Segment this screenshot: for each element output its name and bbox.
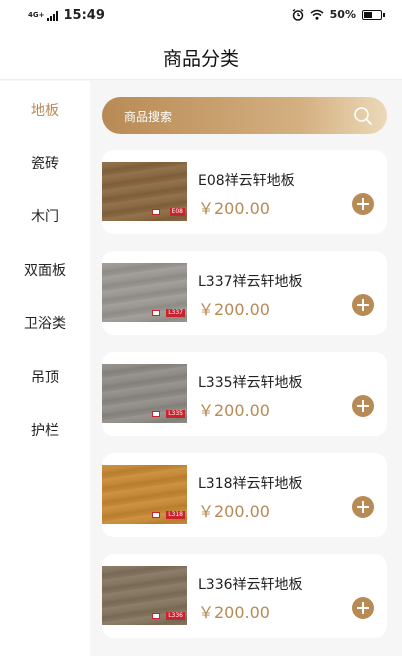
add-to-cart-button[interactable] — [352, 496, 374, 518]
product-price: ￥200.00 — [198, 401, 270, 420]
battery-icon — [362, 9, 385, 20]
status-time: 15:49 — [63, 8, 105, 23]
product-name: E08祥云轩地板 — [198, 173, 295, 189]
status-right: 50% — [292, 8, 385, 21]
product-code: E08 — [169, 208, 185, 216]
product-image: L337 — [102, 251, 187, 335]
product-name: L318祥云轩地板 — [198, 476, 303, 492]
product-code: L335 — [166, 410, 185, 418]
alarm-icon — [292, 8, 304, 21]
product-code: L336 — [166, 612, 185, 620]
product-card[interactable]: L335 L335祥云轩地板 ￥200.00 — [102, 352, 387, 436]
product-code: L318 — [166, 511, 185, 519]
status-left: 4G+ 15:49 — [28, 8, 105, 23]
sidebar-item-tile[interactable]: 瓷砖 — [0, 153, 90, 175]
product-card[interactable]: L318 L318祥云轩地板 ￥200.00 — [102, 453, 387, 537]
sidebar-item-floor[interactable]: 地板 — [0, 100, 90, 122]
brand-logo-icon — [152, 209, 160, 215]
product-card[interactable]: L337 L337祥云轩地板 ￥200.00 — [102, 251, 387, 335]
add-to-cart-button[interactable] — [352, 294, 374, 316]
battery-percent: 50% — [329, 8, 356, 21]
status-bar: 4G+ 15:49 50% — [0, 0, 402, 32]
product-card[interactable]: E08 E08祥云轩地板 ￥200.00 — [102, 150, 387, 234]
brand-logo-icon — [152, 310, 160, 316]
category-sidebar: 地板 瓷砖 木门 双面板 卫浴类 吊顶 护栏 — [0, 81, 90, 656]
add-to-cart-button[interactable] — [352, 395, 374, 417]
product-price: ￥200.00 — [198, 603, 270, 622]
product-name: L337祥云轩地板 — [198, 274, 303, 290]
network-type: 4G+ — [28, 11, 45, 19]
signal-icon — [47, 10, 59, 21]
product-image: E08 — [102, 150, 187, 234]
battery-level — [364, 11, 372, 18]
sidebar-item-panel[interactable]: 双面板 — [0, 260, 90, 282]
add-to-cart-button[interactable] — [352, 193, 374, 215]
product-card[interactable]: L336 L336祥云轩地板 ￥200.00 — [102, 554, 387, 638]
product-code: L337 — [166, 309, 185, 317]
page-title: 商品分类 — [162, 48, 239, 70]
sidebar-item-ceiling[interactable]: 吊顶 — [0, 367, 90, 389]
product-price: ￥200.00 — [198, 502, 270, 521]
sidebar-item-railing[interactable]: 护栏 — [0, 420, 90, 442]
search-bar[interactable]: 商品搜索 — [102, 97, 387, 134]
product-image: L336 — [102, 554, 187, 638]
brand-logo-icon — [152, 512, 160, 518]
product-price: ￥200.00 — [198, 300, 270, 319]
wifi-icon — [310, 9, 324, 20]
product-price: ￥200.00 — [198, 199, 270, 218]
brand-logo-icon — [152, 411, 160, 417]
sidebar-item-bathroom[interactable]: 卫浴类 — [0, 313, 90, 335]
product-name: L336祥云轩地板 — [198, 577, 303, 593]
product-name: L335祥云轩地板 — [198, 375, 303, 391]
product-image: L335 — [102, 352, 187, 436]
page-header: 商品分类 — [0, 32, 402, 80]
sidebar-item-door[interactable]: 木门 — [0, 206, 90, 228]
product-list-area: 商品搜索 E08 E08祥云轩地板 ￥200.00 L337 L337祥云轩地板… — [90, 81, 402, 656]
add-to-cart-button[interactable] — [352, 597, 374, 619]
product-image: L318 — [102, 453, 187, 537]
brand-logo-icon — [152, 613, 160, 619]
search-icon[interactable] — [353, 106, 373, 126]
search-input[interactable]: 商品搜索 — [124, 108, 172, 125]
